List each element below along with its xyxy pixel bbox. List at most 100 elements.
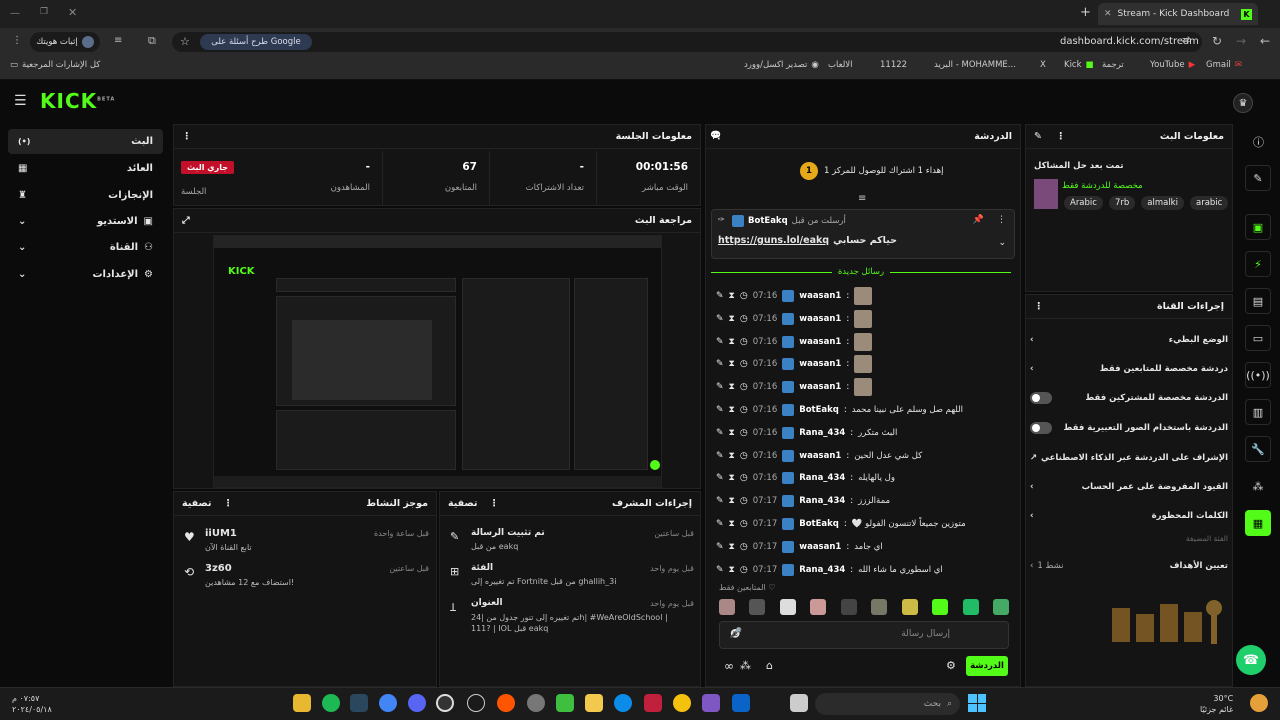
emote-man-icon[interactable]	[871, 599, 888, 615]
sidebar-item-achievements[interactable]: الإنجازات ♜	[8, 183, 163, 208]
timeout-icon[interactable]: ⧗	[729, 314, 735, 324]
kick-logo[interactable]: KICKBETA	[40, 89, 115, 113]
users-icon[interactable]: ⁂	[740, 659, 751, 672]
store-icon[interactable]: ⌂	[766, 659, 773, 672]
pin-message-icon[interactable]: ✎	[716, 314, 724, 324]
rail-bolt[interactable]: ⚡	[1245, 251, 1271, 277]
taskbar-soundcloud-icon[interactable]	[497, 694, 515, 712]
bookmark-youtube[interactable]: YouTube ▶	[1150, 60, 1195, 70]
weather-widget[interactable]: 30°C غائم جزئيًا	[1200, 693, 1233, 715]
chat-message[interactable]: ✎ ⧗ ◷ 07:17 Rana_434: اي اسطوري ما شاء الله	[716, 560, 1016, 580]
rail-tools[interactable]: 🔧	[1245, 436, 1271, 462]
emote-frame-icon[interactable]	[840, 599, 857, 615]
pin-message-icon[interactable]: ✎	[716, 473, 724, 483]
chat-message[interactable]: ✎ ⧗ ◷ 07:16 waasan1: كل شي عدل الحين	[716, 446, 1016, 466]
sidebar-item-studio[interactable]: ▣ الاستديو ⌄	[8, 209, 163, 234]
timeout-icon[interactable]: ⧗	[729, 405, 735, 415]
sidebar-item-revenue[interactable]: العائد ▦	[8, 156, 163, 181]
taskbar-copilot-icon[interactable]	[702, 694, 720, 712]
hamburger-menu-icon[interactable]: ☰	[14, 93, 27, 109]
taskbar-taskview-icon[interactable]	[790, 694, 808, 712]
chat-message[interactable]: ✎ ⧗ ◷ 07:16 waasan1:	[716, 377, 1016, 397]
timeout-icon[interactable]: ⧗	[729, 291, 735, 301]
chat-message[interactable]: ✎ ⧗ ◷ 07:17 Rana_434: ممةالززز	[716, 491, 1016, 511]
chat-message[interactable]: ✎ ⧗ ◷ 07:16 waasan1:	[716, 286, 1016, 306]
bookmark-kick[interactable]: Kick ■	[1064, 60, 1094, 70]
emote-mask-icon[interactable]	[779, 599, 796, 615]
taskbar-chrome-icon[interactable]	[379, 694, 397, 712]
restore-icon[interactable]: ❐	[40, 7, 48, 17]
tag-chip[interactable]: 7rb	[1108, 196, 1136, 210]
taskbar-app-icon[interactable]	[556, 694, 574, 712]
timeout-icon[interactable]: ⧗	[729, 473, 735, 483]
taskbar-search[interactable]: بحث ⌕	[815, 693, 960, 715]
chat-message[interactable]: ✎ ⧗ ◷ 07:16 waasan1:	[716, 309, 1016, 329]
taskbar-photos-icon[interactable]	[673, 694, 691, 712]
rail-app[interactable]: ▦	[1245, 510, 1271, 536]
menu-dots-icon[interactable]: ⋮	[12, 35, 22, 46]
rail-users[interactable]: ⁂	[1245, 473, 1271, 499]
taskbar-settings-icon[interactable]	[527, 694, 545, 712]
emote-ghost-icon[interactable]	[932, 599, 949, 615]
pin-message-icon[interactable]: ✎	[716, 565, 724, 575]
emote-box-icon[interactable]	[962, 599, 979, 615]
tag-chip[interactable]: Arabic	[1064, 196, 1103, 210]
timeout-icon[interactable]: ⧗	[729, 382, 735, 392]
message-user[interactable]: waasan1	[799, 382, 841, 392]
bookmark-all[interactable]: ▭ كل الإشارات المرجعية	[10, 60, 100, 70]
bookmark-gmail[interactable]: Gmail ✉	[1206, 60, 1242, 70]
rail-broadcast[interactable]: ((•))	[1245, 362, 1271, 388]
sidebar-item-channel[interactable]: ⚇ القناة ⌄	[8, 235, 163, 260]
taskbar-antivirus-icon[interactable]	[644, 694, 662, 712]
stream-preview-video[interactable]: KICK	[213, 235, 662, 488]
bookmark-11122[interactable]: 11122	[880, 60, 907, 70]
pin-message-icon[interactable]: ✎	[716, 451, 724, 461]
bookmark-games[interactable]: الالعاب	[828, 60, 853, 70]
rail-notes[interactable]: ▤	[1245, 288, 1271, 314]
close-window-icon[interactable]: ✕	[68, 6, 77, 19]
pin-message-icon[interactable]: ✎	[716, 428, 724, 438]
chat-message[interactable]: ✎ ⧗ ◷ 07:16 Rana_434: ول يالهايله	[716, 468, 1016, 488]
taskbar-outlook-icon[interactable]	[732, 694, 750, 712]
sidebar-item-settings[interactable]: ⚙ الإعدادات ⌄	[8, 262, 163, 287]
activity-user[interactable]: iiUM1	[205, 528, 237, 539]
url-text[interactable]: dashboard.kick.com/stream	[1060, 36, 1199, 47]
collapse-icon[interactable]: ≡	[858, 193, 866, 204]
bookmark-export[interactable]: تصدير اكسل/وورد ◉	[744, 60, 819, 70]
message-user[interactable]: waasan1	[799, 359, 841, 369]
pin-message-icon[interactable]: ✎	[716, 519, 724, 529]
timeout-icon[interactable]: ⧗	[729, 496, 735, 506]
taskbar-edge-icon[interactable]	[614, 694, 632, 712]
extensions-icon[interactable]: ⧉	[148, 34, 156, 48]
chat-settings-icon[interactable]: ⚙	[946, 659, 956, 672]
star-bookmark-icon[interactable]: ☆	[180, 35, 190, 48]
more-icon[interactable]: ⋮	[182, 131, 192, 142]
emote-cat-icon[interactable]	[810, 599, 827, 615]
infinity-icon[interactable]: ∞	[724, 659, 734, 673]
chevron-down-icon[interactable]: ⌄	[998, 238, 1006, 248]
pinned-user[interactable]: BotEakq	[748, 216, 788, 226]
pin-message-icon[interactable]: ✎	[716, 405, 724, 415]
pin-icon[interactable]: ✑	[718, 215, 725, 224]
support-button[interactable]: ☎	[1236, 645, 1266, 675]
message-user[interactable]: BotEakq	[799, 519, 839, 529]
info-icon[interactable]: ⓘ	[1253, 134, 1264, 150]
minimize-icon[interactable]: —	[10, 8, 20, 19]
rail-chat[interactable]: ▭	[1245, 325, 1271, 351]
taskbar-discord-icon[interactable]	[408, 694, 426, 712]
clock[interactable]: ٠٧:٥٧ م ٢٠٢٤/٠٥/١٨	[12, 693, 52, 715]
followers-only-row[interactable]: دردشة مخصصة للمتابعين فقط ›	[1030, 357, 1228, 381]
message-user[interactable]: waasan1	[799, 451, 841, 461]
pin-message-icon[interactable]: ✎	[716, 382, 724, 392]
expand-icon[interactable]: ⤢	[182, 215, 190, 226]
ask-google-chip[interactable]: طرح أسئلة على Google	[200, 34, 312, 50]
pin-message-icon[interactable]: ✎	[716, 291, 724, 301]
chat-message[interactable]: ✎ ⧗ ◷ 07:16 BotEakq: اللهم صل وسلم على نبينا …	[716, 400, 1016, 420]
new-tab-icon[interactable]: +	[1080, 5, 1091, 20]
message-user[interactable]: waasan1	[799, 337, 841, 347]
account-age-row[interactable]: القيود المفروضة على عمر الحساب ›	[1030, 475, 1228, 499]
taskbar-steam-icon[interactable]	[350, 694, 368, 712]
activity-filter-button[interactable]: تصفية	[182, 498, 211, 509]
message-user[interactable]: Rana_434	[799, 473, 845, 483]
chat-message[interactable]: ✎ ⧗ ◷ 07:16 waasan1:	[716, 332, 1016, 352]
